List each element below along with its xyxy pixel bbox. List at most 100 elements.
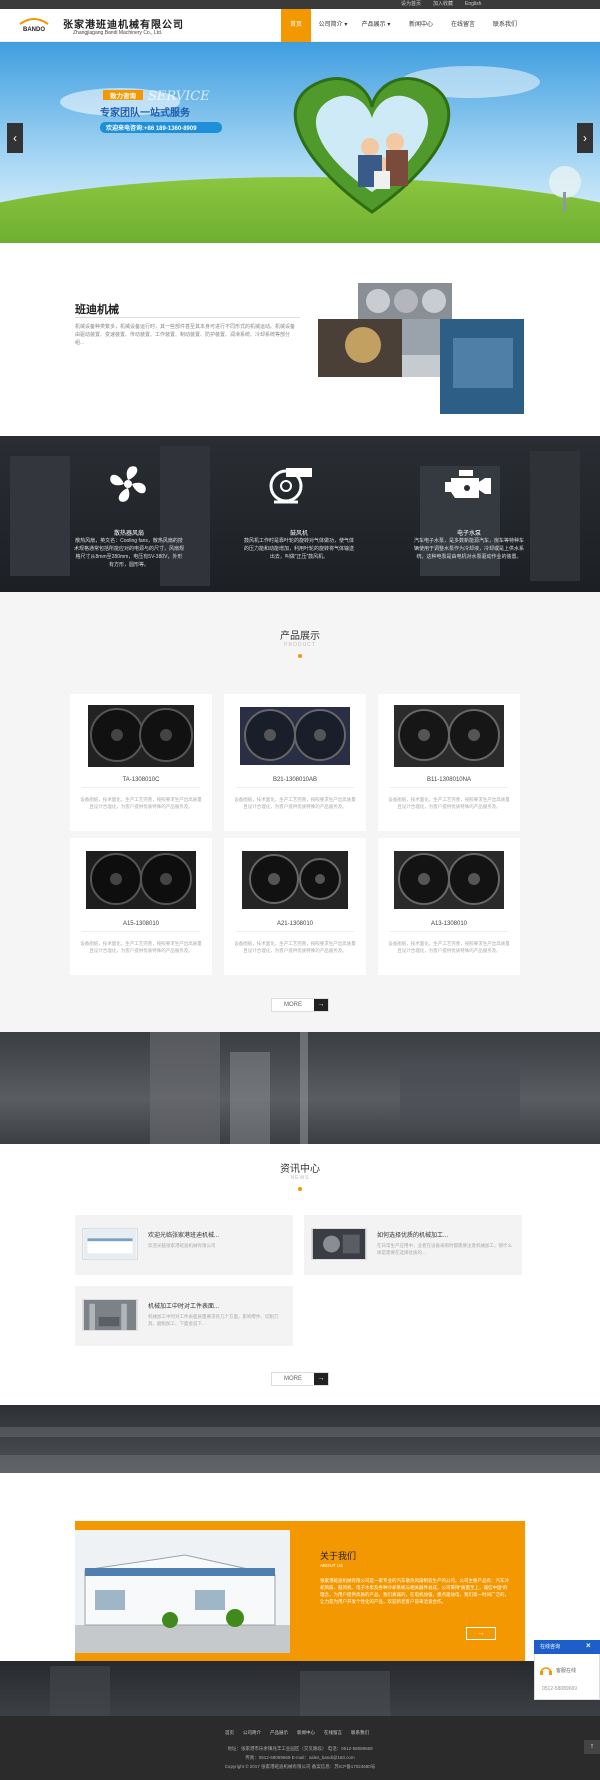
product-desc: 设备图纸，技术面化，生产工艺完善，按照要求生产出高质量且设计合理化，为客户提供优… — [388, 797, 510, 809]
nav-home[interactable]: 首页 — [281, 9, 311, 42]
news-desc: 机械加工中时对工件表面质量要求有几个方面，影响零件、切削刀具、磨削加工、下面会说… — [148, 1314, 279, 1326]
news-title[interactable]: 如何选择优质的机械加工... — [377, 1230, 448, 1239]
product-card[interactable]: A21-1308010 设备图纸，技术面化，生产工艺完善，按照要求生产出高质量且… — [224, 838, 366, 975]
nav-products[interactable]: 产品展示 ▾ — [356, 9, 396, 42]
news-desc: 欢迎光临张家港班迪机械有限公司 — [148, 1243, 216, 1248]
product-divider — [390, 931, 508, 932]
product-card[interactable]: A13-1308010 设备图纸，技术面化，生产工艺完善，按照要求生产出高质量且… — [378, 838, 520, 975]
news-item[interactable]: 机械加工中时对工件表面... 机械加工中时对工件表面质量要求有几个方面，影响零件… — [75, 1286, 293, 1346]
svg-text:SERVICE: SERVICE — [148, 89, 210, 104]
products-more-button[interactable]: MORE → — [271, 998, 329, 1012]
footer-nav-message[interactable]: 在线留言 — [324, 1730, 342, 1736]
about-title: 关于我们 — [320, 1551, 357, 1561]
news-thumbnail — [82, 1228, 138, 1260]
product-image — [240, 707, 350, 765]
news-section-title: 资讯中心 — [280, 1164, 320, 1175]
customer-service-icon — [540, 1667, 552, 1675]
product-image — [242, 851, 348, 909]
feature-title-blower: 鼓风机 — [289, 531, 308, 537]
product-card[interactable]: A15-1308010 设备图纸，技术面化，生产工艺完善，按照要求生产出高质量且… — [70, 838, 212, 975]
intro-divider — [75, 317, 300, 318]
product-image — [88, 705, 194, 767]
more-label: MORE — [284, 1002, 302, 1008]
footer-contact: 传真：0512-58089669 E-mail：sales_bandi@163.… — [245, 1755, 355, 1760]
news-title[interactable]: 机械加工中时对工件表面... — [148, 1301, 219, 1310]
product-card[interactable]: B11-1308010NA 设备图纸，技术面化，生产工艺完善，按照要求生产出高质… — [378, 694, 520, 831]
cooling-fan-icon — [110, 466, 146, 502]
about-building-image — [75, 1530, 290, 1653]
arrow-right-icon: → — [314, 999, 328, 1011]
footer-nav-about[interactable]: 公司简介 — [243, 1730, 261, 1736]
news-more-button[interactable]: MORE → — [271, 1372, 329, 1386]
product-image — [394, 851, 504, 909]
banner-next-button[interactable]: › — [577, 123, 593, 153]
product-desc: 设备图纸，技术面化，生产工艺完善，按照要求生产出高质量且设计合理化，为客户提供优… — [80, 797, 202, 809]
svg-text:欢迎来电咨询:+86 189-1360-8909: 欢迎来电咨询:+86 189-1360-8909 — [105, 124, 197, 132]
footer-nav-news[interactable]: 新闻中心 — [297, 1730, 315, 1736]
chevron-down-icon: ▾ — [344, 22, 348, 28]
feature-text-pump: 汽车电子水泵，是多数新能源汽车，房车等特种车辆使用于调整水泵作为冷却液，冷却或是… — [414, 538, 525, 560]
svg-text:BANDO: BANDO — [23, 27, 45, 33]
nav-about[interactable]: 公司简介 ▾ — [315, 9, 351, 42]
news-title[interactable]: 欢迎光临张家港班迪机械... — [148, 1230, 219, 1239]
nav-message[interactable]: 在线留言 — [445, 9, 481, 42]
footer-nav-products[interactable]: 产品展示 — [270, 1730, 288, 1736]
nav-products-label: 产品展示 — [361, 22, 386, 28]
products-section-title: 产品展示 — [280, 631, 320, 642]
footer-nav-contact[interactable]: 联系我们 — [351, 1730, 369, 1736]
chat-entry-link[interactable]: 客服在线 — [556, 1667, 576, 1674]
banner-prev-button[interactable]: ‹ — [7, 123, 23, 153]
back-to-top-button[interactable]: ↑ — [584, 1740, 600, 1754]
product-name[interactable]: TA-1308010C — [70, 777, 212, 783]
news-thumbnail — [82, 1299, 138, 1331]
product-name[interactable]: A21-1308010 — [224, 921, 366, 927]
nav-about-label: 公司简介 — [318, 22, 343, 28]
section-dot-icon — [298, 1187, 302, 1191]
footer-address: 地址：张家港市乐余镇兆丰工业园区（交叉路段） 电话：0512-58089669 — [227, 1746, 373, 1751]
banner-image: 致力咨询 SERVICE 专家团队一站式服务 欢迎来电咨询:+86 189-13… — [0, 42, 600, 243]
svg-text:致力咨询: 致力咨询 — [110, 91, 137, 100]
product-name[interactable]: A15-1308010 — [70, 921, 212, 927]
factory-image-band — [0, 1032, 600, 1144]
product-card[interactable]: B21-1308010AB 设备图纸，技术面化，生产工艺完善，按照要求生产出高质… — [224, 694, 366, 831]
english-link[interactable]: English — [465, 1, 481, 8]
news-item[interactable]: 欢迎光临张家港班迪机械... 欢迎光临张家港班迪机械有限公司 — [75, 1215, 293, 1275]
news-item[interactable]: 如何选择优质的机械加工... 在日常生产应用中，业者在设备采购时都需要注意机械加… — [304, 1215, 522, 1275]
product-desc: 设备图纸，技术面化，生产工艺完善，按照要求生产出高质量且设计合理化，为客户提供优… — [234, 797, 356, 809]
footer-copyright: Copyright © 2017 张家港班迪机械有限公司 备案信息：苏ICP备1… — [224, 1764, 376, 1769]
nav-contact[interactable]: 联系我们 — [487, 9, 523, 42]
bottom-background — [50, 1666, 390, 1716]
product-desc: 设备图纸，技术面化，生产工艺完善，按照要求生产出高质量且设计合理化，为客户提供优… — [80, 941, 202, 953]
section-dot-icon — [298, 654, 302, 658]
hero-banner[interactable]: 致力咨询 SERVICE 专家团队一站式服务 欢迎来电咨询:+86 189-13… — [0, 42, 600, 243]
product-divider — [390, 787, 508, 788]
company-logo[interactable]: BANDO — [17, 16, 51, 34]
company-name-en: Zhangjiagang Bandi Machinery Co., Ltd. — [73, 30, 163, 36]
products-section-subtitle: PRODUCT — [284, 642, 316, 648]
close-icon[interactable]: × — [586, 1641, 591, 1650]
svg-text:专家团队一站式服务: 专家团队一站式服务 — [100, 106, 191, 119]
feature-text-fan: 散热风扇，英文名：Cooling fans，散热风扇的技术规格通常包括所能应对的… — [74, 538, 185, 568]
company-name-cn: 张家港班迪机械有限公司 — [63, 20, 184, 31]
about-more-button[interactable]: → — [466, 1627, 496, 1640]
more-label: MORE — [284, 1376, 302, 1382]
product-divider — [82, 931, 200, 932]
factory-background — [150, 1032, 520, 1144]
intro-text: 机械设备种类繁多，机械设备运行时，其一些部件甚至其本身可进行不同形式的机械运动。… — [75, 324, 296, 346]
product-name[interactable]: A13-1308010 — [378, 921, 520, 927]
product-name[interactable]: B21-1308010AB — [224, 777, 366, 783]
feature-title-pump: 电子水泵 — [456, 531, 481, 537]
product-image — [394, 705, 504, 767]
chat-phone: 0512-58089669 — [542, 1686, 578, 1692]
electric-pump-icon — [445, 470, 491, 498]
set-homepage-link[interactable]: 设为首页 — [401, 1, 421, 8]
product-divider — [82, 787, 200, 788]
news-section-subtitle: NEWS — [290, 1175, 310, 1181]
footer-nav-home[interactable]: 首页 — [225, 1730, 234, 1736]
add-favorite-link[interactable]: 加入收藏 — [433, 1, 453, 8]
product-card[interactable]: TA-1308010C 设备图纸，技术面化，生产工艺完善，按照要求生产出高质量且… — [70, 694, 212, 831]
industrial-image-band — [0, 1405, 600, 1473]
feature-title-fan: 散热器风扇 — [113, 531, 144, 537]
product-name[interactable]: B11-1308010NA — [378, 777, 520, 783]
nav-news[interactable]: 新闻中心 — [403, 9, 439, 42]
